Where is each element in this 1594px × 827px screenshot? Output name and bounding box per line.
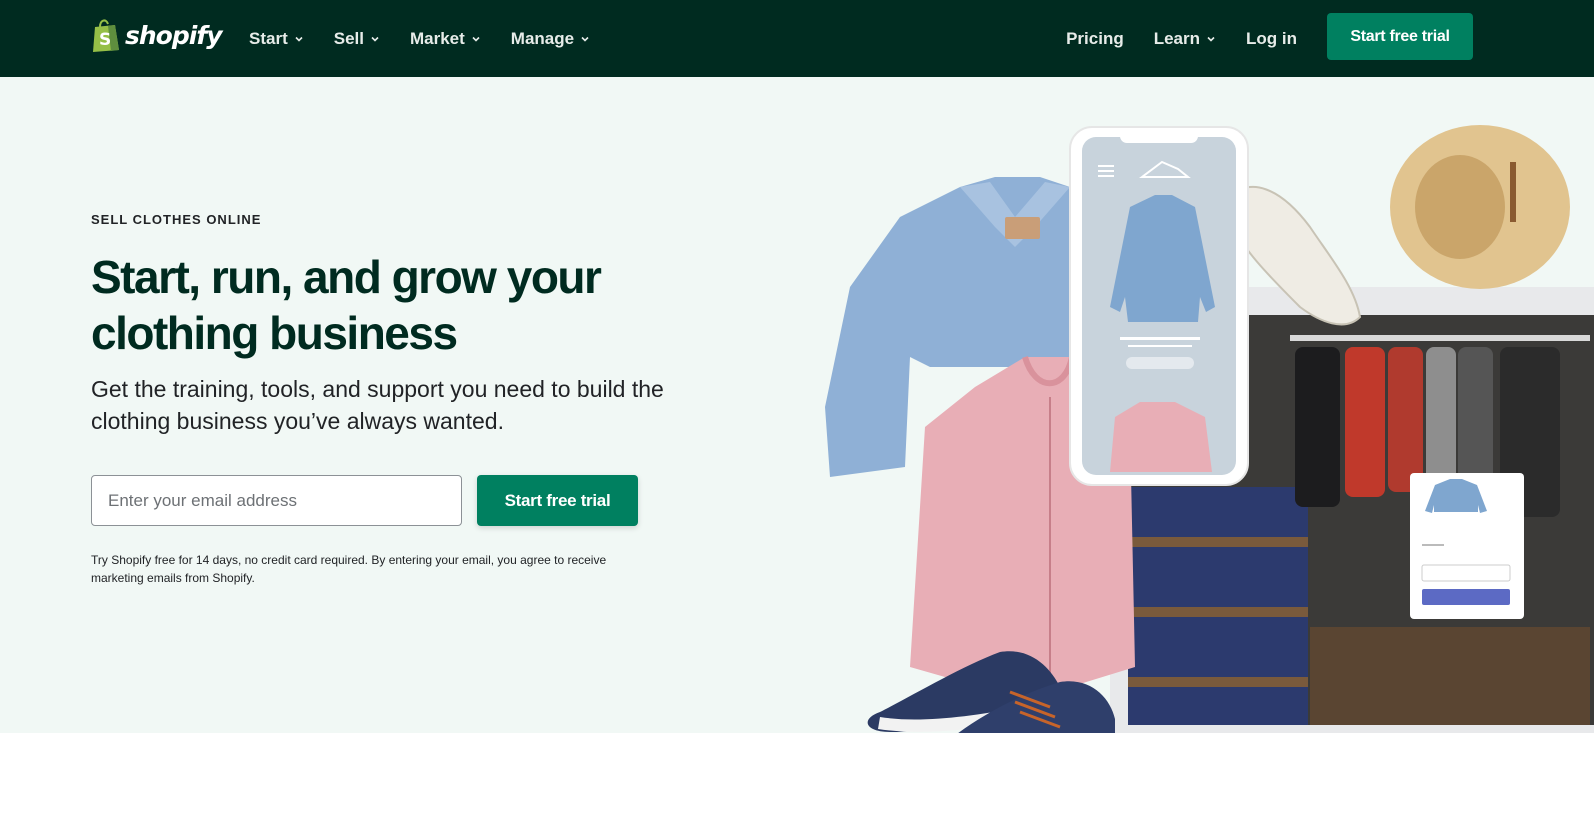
start-free-trial-button-nav[interactable]: Start free trial xyxy=(1327,13,1473,60)
nav-manage[interactable]: Manage xyxy=(511,29,590,49)
phone-mockup xyxy=(1069,126,1249,486)
secondary-menu: Pricing Learn Log in xyxy=(1066,0,1297,77)
nav-manage-label: Manage xyxy=(510,28,575,48)
trial-disclaimer: Try Shopify free for 14 days, no credit … xyxy=(91,553,607,585)
nav-start-label: Start xyxy=(249,28,288,48)
shopping-bag-icon: S xyxy=(93,19,119,52)
chevron-down-icon xyxy=(472,36,480,42)
nav-start[interactable]: Start xyxy=(249,29,304,49)
nav-learn-label: Learn xyxy=(1153,28,1201,48)
hero-subhead: Get the training, tools, and support you… xyxy=(91,376,664,434)
hero-headline: Start, run, and grow your clothing busin… xyxy=(91,251,602,359)
clothing-store-illustration xyxy=(825,125,1594,733)
email-input[interactable] xyxy=(91,475,462,526)
start-free-trial-button[interactable]: Start free trial xyxy=(477,475,638,526)
nav-market-label: Market xyxy=(409,28,465,48)
nav-market[interactable]: Market xyxy=(410,29,481,49)
chevron-down-icon xyxy=(295,36,303,42)
nav-pricing[interactable]: Pricing xyxy=(1066,29,1124,49)
nav-sell-label: Sell xyxy=(333,28,364,48)
chevron-down-icon xyxy=(581,36,589,42)
top-navigation: S shopify Start Sell Market Manage Prici… xyxy=(0,0,1594,77)
hero-eyebrow: SELL CLOTHES ONLINE xyxy=(91,212,262,227)
nav-learn[interactable]: Learn xyxy=(1154,29,1216,49)
main-menu: Start Sell Market Manage xyxy=(249,0,590,77)
svg-text:S: S xyxy=(99,30,111,50)
chevron-down-icon xyxy=(371,36,379,42)
hero-section: SELL CLOTHES ONLINE Start, run, and grow… xyxy=(0,77,1594,733)
shopify-logo[interactable]: S shopify xyxy=(91,18,222,52)
chevron-down-icon xyxy=(1207,36,1215,42)
straw-hat xyxy=(1390,125,1570,289)
checkout-card xyxy=(1410,473,1524,619)
nav-sell[interactable]: Sell xyxy=(334,29,380,49)
logo-wordmark: shopify xyxy=(125,20,222,50)
nav-login[interactable]: Log in xyxy=(1246,29,1297,49)
